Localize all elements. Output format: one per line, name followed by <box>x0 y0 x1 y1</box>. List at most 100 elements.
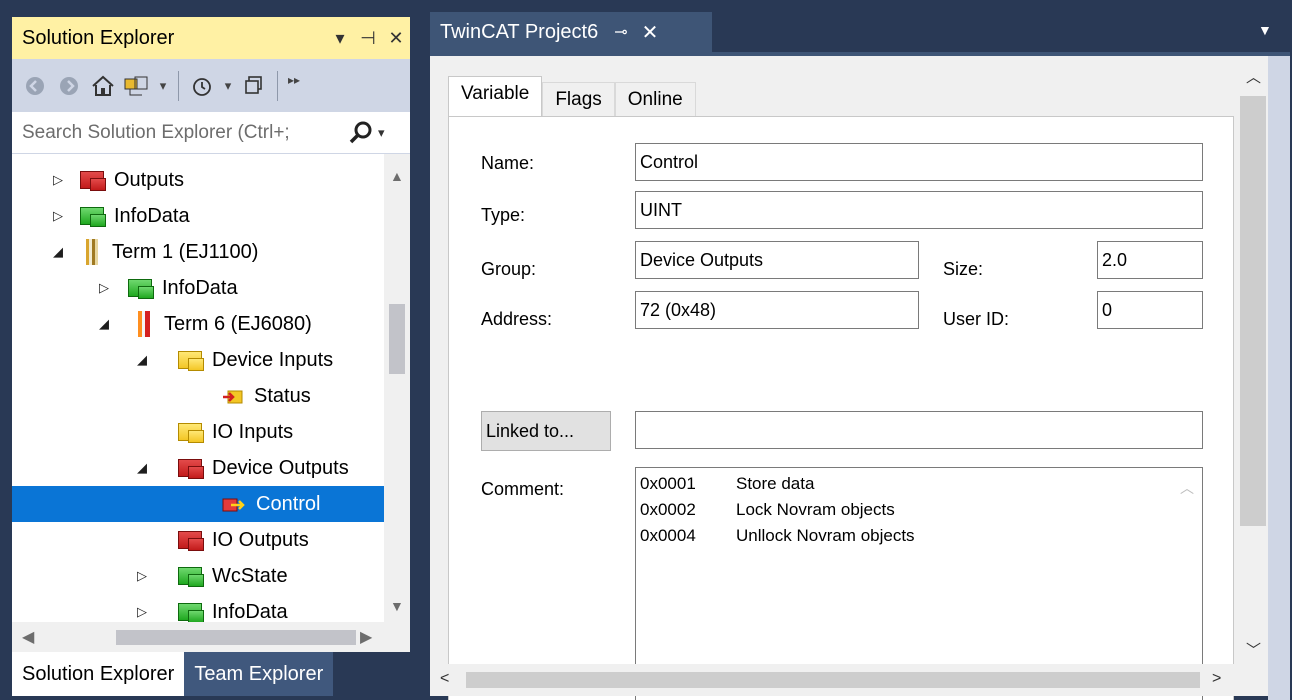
comment-text: Lock Novram objects <box>736 500 895 519</box>
output-folder-icon <box>178 459 204 479</box>
expand-icon[interactable]: ▷ <box>50 172 66 188</box>
address-field[interactable] <box>635 291 919 329</box>
document-vertical-scrollbar[interactable]: ︿ ﹀ <box>1236 56 1268 664</box>
window-position-dropdown-icon[interactable]: ▾ <box>326 28 354 49</box>
toolbar-separator <box>178 70 179 101</box>
scroll-up-icon[interactable]: ▲ <box>390 168 404 184</box>
info-folder-icon <box>128 279 154 299</box>
document-list-dropdown-icon[interactable]: ▼ <box>1258 22 1272 38</box>
group-label: Group: <box>481 259 537 279</box>
document-tab[interactable]: TwinCAT Project6 ⊸ ✕ <box>430 12 712 52</box>
size-label: Size: <box>943 259 984 279</box>
tree-item-io-inputs[interactable]: IO Inputs <box>12 414 384 450</box>
tree-item-outputs[interactable]: ▷ Outputs <box>12 162 384 198</box>
tree-item-status[interactable]: Status <box>12 378 384 414</box>
expand-icon[interactable]: ▷ <box>134 568 150 584</box>
close-icon[interactable]: ✕ <box>382 28 410 49</box>
toolbar-separator <box>277 70 278 101</box>
output-folder-icon <box>80 171 106 191</box>
collapse-icon[interactable]: ◢ <box>96 316 112 332</box>
tab-solution-explorer[interactable]: Solution Explorer <box>12 652 185 696</box>
scroll-up-icon[interactable]: ︿ <box>1246 66 1261 87</box>
tree-item-infodata[interactable]: ▷ InfoData <box>12 198 384 234</box>
tree-item-device-outputs[interactable]: ◢ Device Outputs <box>12 450 384 486</box>
toolbar-overflow-icon[interactable]: ▸▸ <box>286 63 302 97</box>
tree-item-term-1[interactable]: ◢ Term 1 (EJ1100) <box>12 234 384 270</box>
tree-item-label: InfoData <box>212 600 288 623</box>
search-input[interactable] <box>22 121 342 144</box>
tree-item-device-inputs[interactable]: ◢ Device Inputs <box>12 342 384 378</box>
tab-online[interactable]: Online <box>614 82 696 118</box>
scroll-up-icon[interactable]: ︿ <box>1180 478 1194 498</box>
input-variable-icon <box>222 388 244 404</box>
forward-icon[interactable] <box>54 69 84 103</box>
tree-item-label: Term 6 (EJ6080) <box>164 312 312 335</box>
scroll-right-icon[interactable]: > <box>1212 670 1221 688</box>
scroll-right-icon[interactable]: ▶ <box>360 627 372 647</box>
type-label: Type: <box>481 205 526 225</box>
linked-to-button[interactable]: Linked to... <box>481 411 611 451</box>
tree-item-control[interactable]: Control <box>12 486 384 522</box>
scroll-down-icon[interactable]: ﹀ <box>1246 639 1261 660</box>
search-bar: ▾ <box>12 112 410 154</box>
scrollbar-thumb[interactable] <box>1240 96 1266 526</box>
comment-line: 0x0004 Unllock Novram objects <box>640 526 915 546</box>
tab-variable[interactable]: Variable <box>448 76 543 118</box>
chevron-down-icon[interactable]: ▾ <box>156 69 170 103</box>
tree-item-io-outputs[interactable]: IO Outputs <box>12 522 384 558</box>
collapse-icon[interactable]: ◢ <box>134 352 150 368</box>
back-icon[interactable] <box>20 69 50 103</box>
comment-code: 0x0002 <box>640 500 696 519</box>
tree-item-label: IO Outputs <box>212 528 309 551</box>
comment-line: 0x0001 Store data <box>640 474 814 494</box>
scroll-down-icon[interactable]: ▼ <box>390 598 404 614</box>
user-id-field[interactable] <box>1097 291 1203 329</box>
close-tab-icon[interactable]: ✕ <box>642 20 659 45</box>
size-field[interactable] <box>1097 241 1203 279</box>
collapse-icon[interactable]: ◢ <box>134 460 150 476</box>
home-icon[interactable] <box>88 69 118 103</box>
sync-active-document-icon[interactable] <box>239 69 269 103</box>
search-icon[interactable] <box>348 120 374 146</box>
scrollbar-thumb[interactable] <box>116 630 356 645</box>
tree-item-label: IO Inputs <box>212 420 294 443</box>
search-options-dropdown-icon[interactable]: ▾ <box>378 125 385 141</box>
expand-icon[interactable]: ▷ <box>96 280 112 296</box>
type-field[interactable] <box>635 191 1203 229</box>
tree-vertical-scrollbar[interactable]: ▲ ▼ <box>384 154 410 622</box>
name-field[interactable] <box>635 143 1203 181</box>
linked-to-field[interactable] <box>635 411 1203 449</box>
tree-item-wcstate[interactable]: ▷ WcState <box>12 558 384 594</box>
window-gutter <box>1268 56 1290 700</box>
scrollbar-thumb[interactable] <box>389 304 405 374</box>
scrollbar-thumb[interactable] <box>466 672 1200 688</box>
document-window: Variable Flags Online Name: Type: Group:… <box>430 52 1290 700</box>
tree-horizontal-scrollbar[interactable]: ◀ ▶ <box>12 622 410 652</box>
scroll-left-icon[interactable]: < <box>440 670 449 688</box>
terminal-icon <box>86 239 98 265</box>
tree-item-infodata[interactable]: ▷ InfoData <box>12 594 384 622</box>
tree-item-label: Status <box>254 384 311 407</box>
variable-properties-page: Name: Type: Group: Size: Address: User I… <box>448 116 1234 700</box>
tab-flags[interactable]: Flags <box>542 82 615 118</box>
tab-team-explorer[interactable]: Team Explorer <box>184 652 334 696</box>
tree-item-term-6[interactable]: ◢ Term 6 (EJ6080) <box>12 306 384 342</box>
comment-text: Store data <box>736 474 815 493</box>
tree-item-label: WcState <box>212 564 288 587</box>
switch-views-icon[interactable] <box>122 69 152 103</box>
pin-tab-icon[interactable]: ⊸ <box>614 22 627 42</box>
info-folder-icon <box>80 207 106 227</box>
chevron-down-icon[interactable]: ▾ <box>221 69 235 103</box>
collapse-icon[interactable]: ◢ <box>50 244 66 260</box>
scroll-left-icon[interactable]: ◀ <box>22 627 34 647</box>
pending-changes-filter-icon[interactable] <box>187 69 217 103</box>
user-id-label: User ID: <box>943 309 1010 329</box>
pin-icon[interactable]: ⊣ <box>354 28 382 49</box>
tree-item-infodata[interactable]: ▷ InfoData <box>12 270 384 306</box>
comment-label: Comment: <box>481 479 565 499</box>
document-horizontal-scrollbar[interactable]: < > <box>430 664 1268 696</box>
group-field[interactable] <box>635 241 919 279</box>
expand-icon[interactable]: ▷ <box>134 604 150 620</box>
panel-tab-strip: Solution Explorer Team Explorer <box>12 652 410 696</box>
expand-icon[interactable]: ▷ <box>50 208 66 224</box>
